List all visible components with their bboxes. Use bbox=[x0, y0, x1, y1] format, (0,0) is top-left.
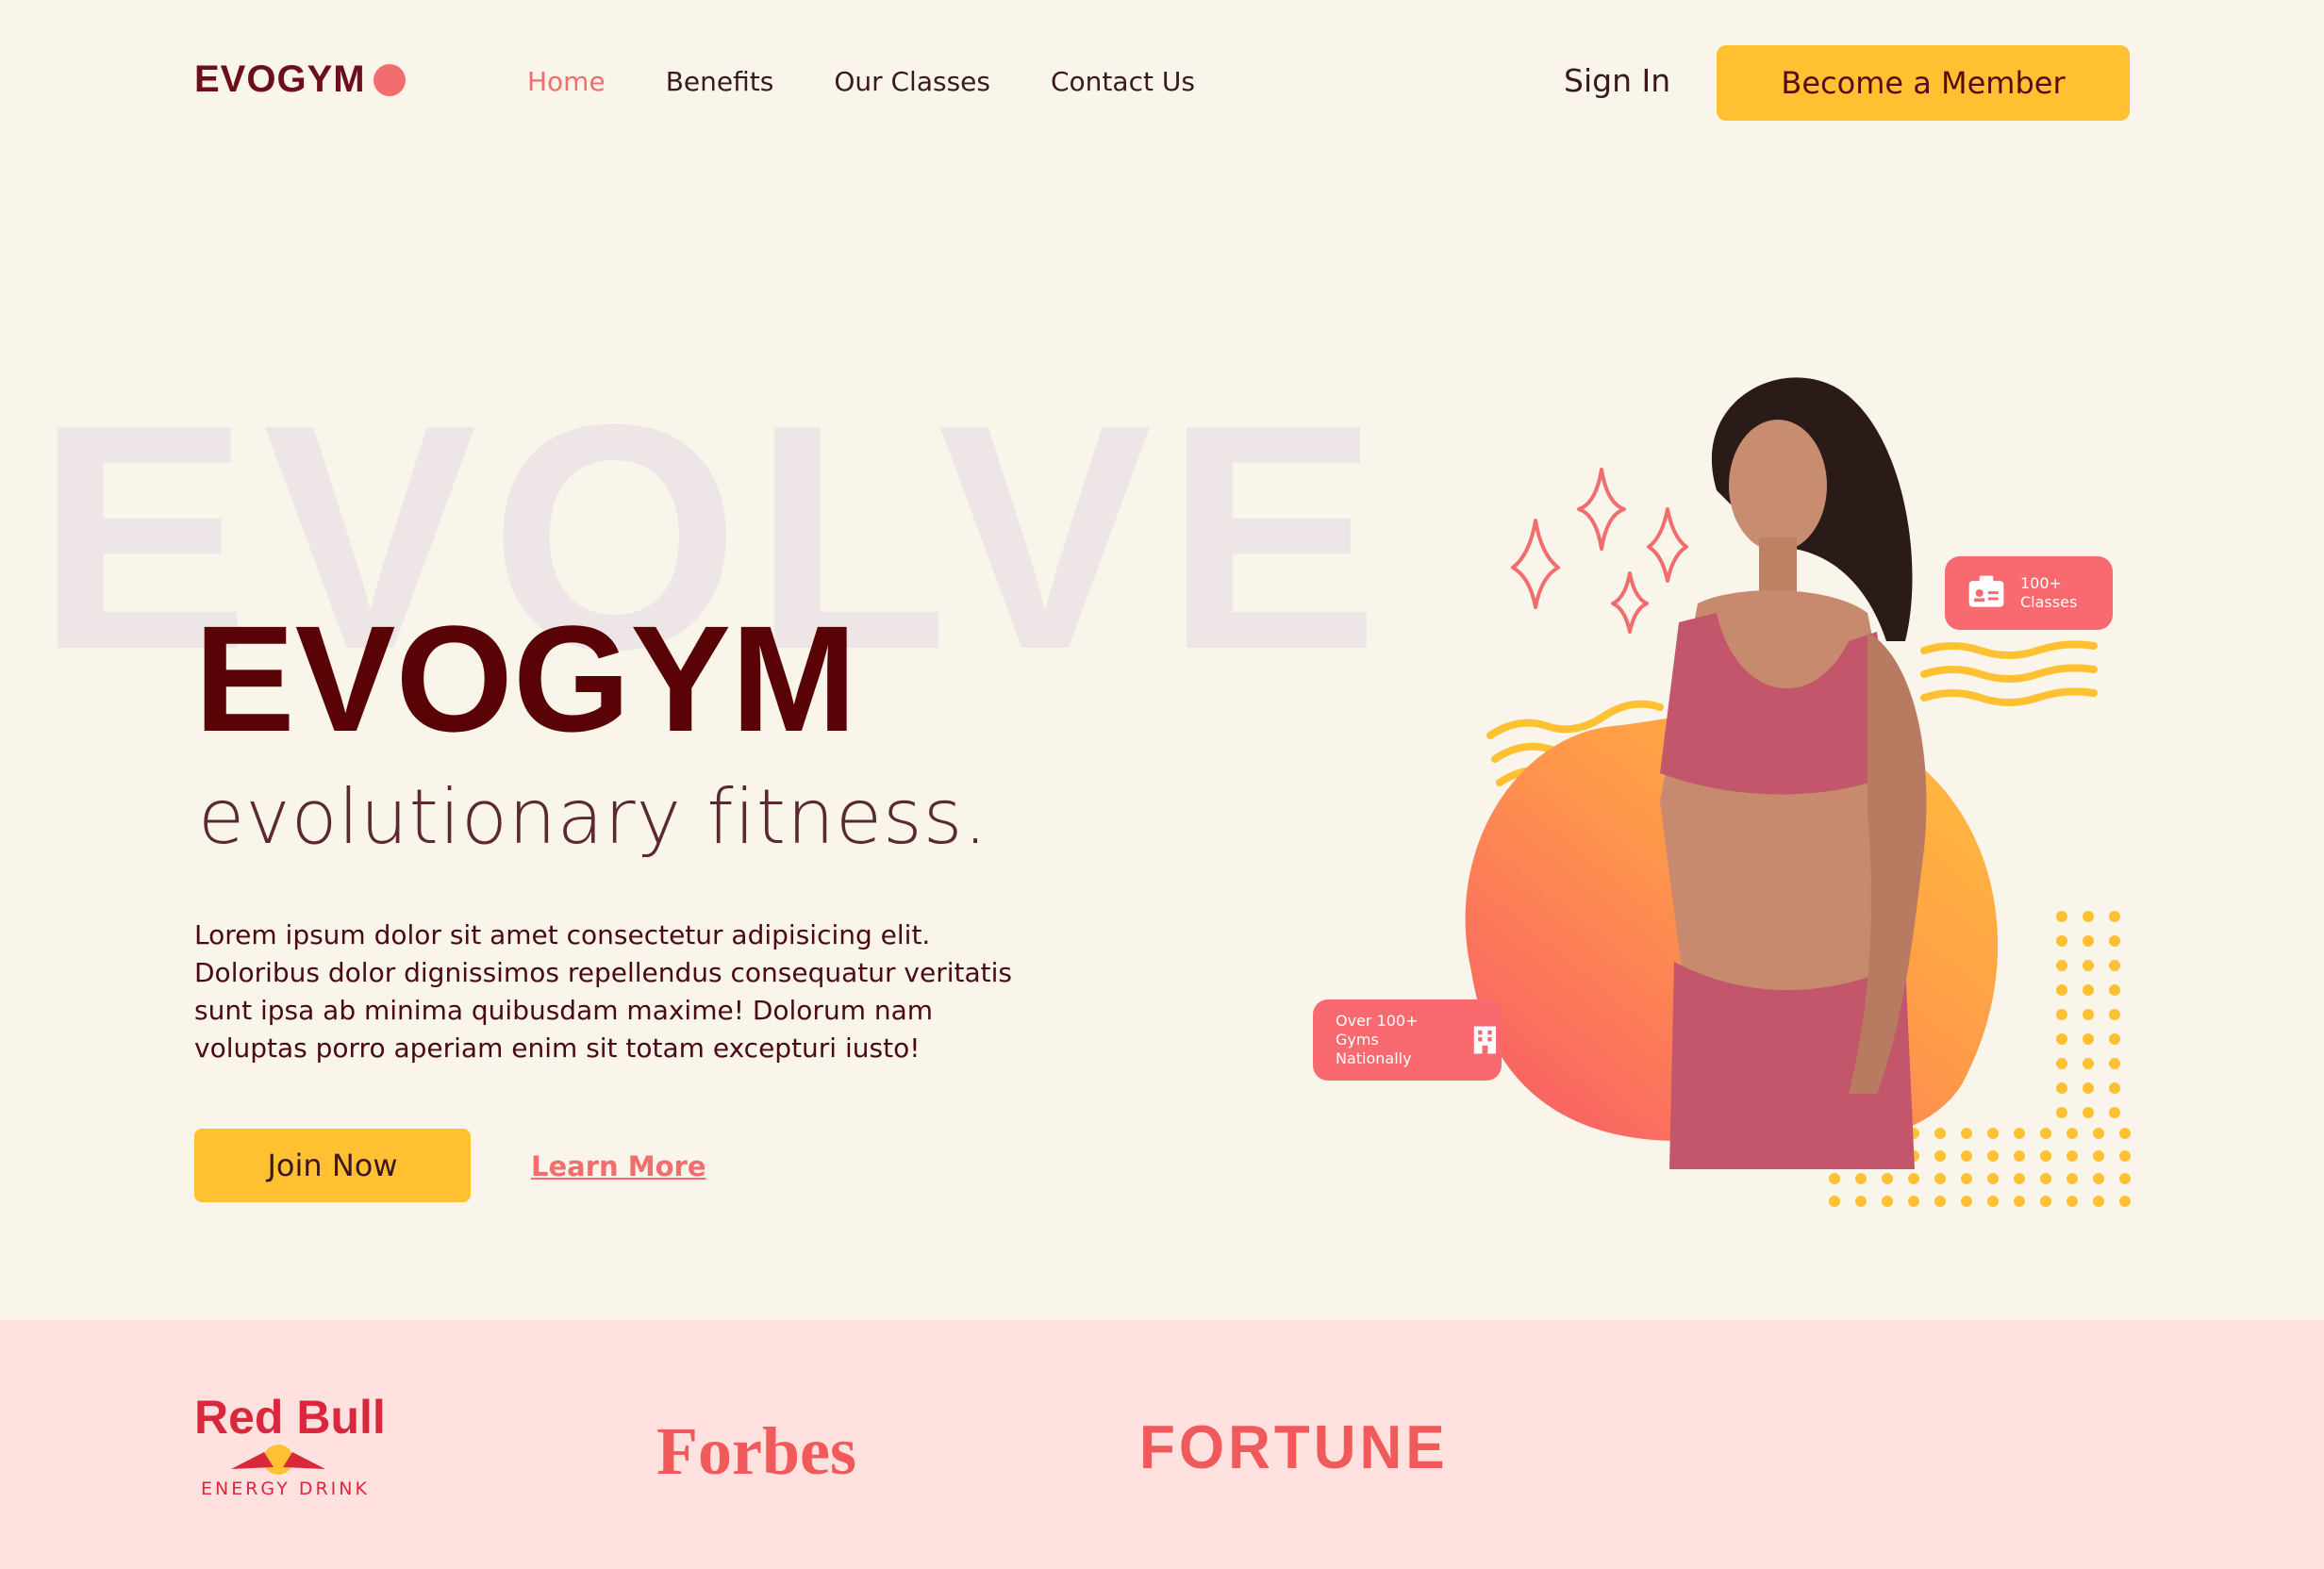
hero-subtitle: evolutionary fitness. bbox=[198, 773, 988, 861]
forbes-logo: Forbes bbox=[656, 1413, 856, 1489]
wavy-lines-right bbox=[1920, 640, 2098, 706]
join-now-button[interactable]: Join Now bbox=[194, 1129, 471, 1202]
nav-link-benefits[interactable]: Benefits bbox=[666, 66, 774, 97]
logo-dot-icon bbox=[373, 63, 406, 96]
gyms-badge-line1: Over 100+ bbox=[1336, 1012, 1419, 1030]
site-logo[interactable]: EVOGYM bbox=[194, 58, 406, 101]
redbull-bulls-icon bbox=[231, 1445, 325, 1475]
gyms-badge-line2: Gyms Nationally bbox=[1336, 1031, 1412, 1067]
redbull-tagline: ENERGY DRINK bbox=[201, 1478, 370, 1499]
gyms-badge: Over 100+ Gyms Nationally bbox=[1313, 999, 1502, 1081]
classes-badge-count: 100+ bbox=[2020, 574, 2062, 592]
logo-text: EVOGYM bbox=[194, 58, 366, 100]
sign-in-link[interactable]: Sign In bbox=[1564, 62, 1670, 99]
id-card-icon bbox=[1968, 575, 2004, 607]
hero-description: Lorem ipsum dolor sit amet consectetur a… bbox=[194, 919, 1012, 1064]
become-member-button[interactable]: Become a Member bbox=[1717, 45, 2130, 121]
sparkle-icons bbox=[1511, 468, 1688, 634]
hero-illustration bbox=[1465, 377, 2131, 1207]
redbull-logo: Red Bull bbox=[194, 1391, 386, 1444]
learn-more-link[interactable]: Learn More bbox=[531, 1150, 706, 1182]
nav-link-our-classes[interactable]: Our Classes bbox=[834, 66, 990, 97]
main-nav: Home Benefits Our Classes Contact Us bbox=[527, 66, 1195, 97]
building-icon bbox=[1473, 1026, 1497, 1054]
fortune-logo: FORTUNE bbox=[1139, 1413, 1449, 1482]
nav-link-home[interactable]: Home bbox=[527, 66, 606, 97]
athlete-image bbox=[1660, 377, 1927, 1169]
hero-title: EVOGYM bbox=[194, 594, 857, 763]
nav-link-contact-us[interactable]: Contact Us bbox=[1051, 66, 1195, 97]
classes-badge-label: Classes bbox=[2020, 593, 2078, 611]
classes-badge: 100+ Classes bbox=[1945, 556, 2113, 630]
